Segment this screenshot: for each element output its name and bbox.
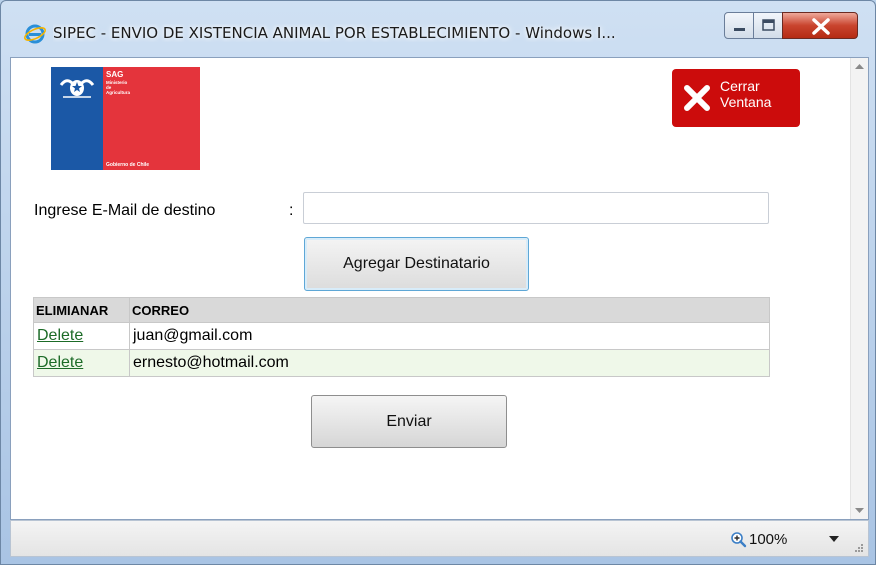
resize-grip-icon[interactable] (854, 543, 864, 553)
chevron-down-icon[interactable] (829, 536, 839, 542)
delete-link[interactable]: Delete (37, 327, 83, 344)
minimize-icon (734, 28, 745, 31)
table-row: Delete juan@gmail.com (33, 322, 770, 350)
close-icon (812, 18, 830, 35)
window-title: SIPEC - ENVIO DE XISTENCIA ANIMAL POR ES… (53, 24, 616, 42)
maximize-icon (762, 19, 775, 31)
logo-org: SAG (106, 70, 124, 79)
coat-of-arms-icon (59, 79, 95, 98)
close-window-label: Cerrar Ventana (720, 78, 772, 110)
recipients-table: ELIMIANAR CORREO Delete juan@gmail.com D… (33, 297, 770, 377)
table-header-row: ELIMIANAR CORREO (33, 297, 770, 323)
close-x-icon (684, 85, 710, 111)
maximize-button[interactable] (753, 12, 783, 39)
vertical-scrollbar[interactable] (850, 58, 868, 519)
delete-cell: Delete (33, 349, 130, 377)
close-button[interactable] (782, 12, 858, 39)
email-field[interactable] (303, 192, 769, 224)
column-header-email: CORREO (129, 297, 770, 323)
logo-ministry: Ministerio de Agricultura (106, 80, 131, 95)
zoom-level[interactable]: 100% (749, 531, 787, 548)
page-content: SAG Ministerio de Agricultura Gobierno d… (10, 57, 869, 520)
email-cell: ernesto@hotmail.com (129, 349, 770, 377)
ie-icon (24, 24, 46, 44)
column-header-delete: ELIMIANAR (33, 297, 130, 323)
email-field-colon: : (289, 202, 294, 219)
minimize-button[interactable] (724, 12, 754, 39)
browser-window: SIPEC - ENVIO DE XISTENCIA ANIMAL POR ES… (0, 0, 876, 565)
title-bar: SIPEC - ENVIO DE XISTENCIA ANIMAL POR ES… (1, 1, 875, 57)
status-bar: 100% (10, 520, 869, 557)
email-field-label: Ingrese E-Mail de destino (34, 202, 216, 219)
email-cell: juan@gmail.com (129, 322, 770, 350)
zoom-icon (731, 532, 747, 548)
delete-link[interactable]: Delete (37, 354, 83, 371)
table-row: Delete ernesto@hotmail.com (33, 349, 770, 377)
add-recipient-button[interactable]: Agregar Destinatario (304, 237, 529, 291)
sag-logo: SAG Ministerio de Agricultura Gobierno d… (51, 67, 200, 170)
delete-cell: Delete (33, 322, 130, 350)
close-window-button[interactable]: Cerrar Ventana (672, 69, 800, 127)
scroll-down-icon[interactable] (851, 502, 868, 519)
send-button[interactable]: Enviar (311, 395, 507, 448)
logo-government: Gobierno de Chile (106, 162, 150, 168)
scroll-up-icon[interactable] (851, 58, 868, 75)
